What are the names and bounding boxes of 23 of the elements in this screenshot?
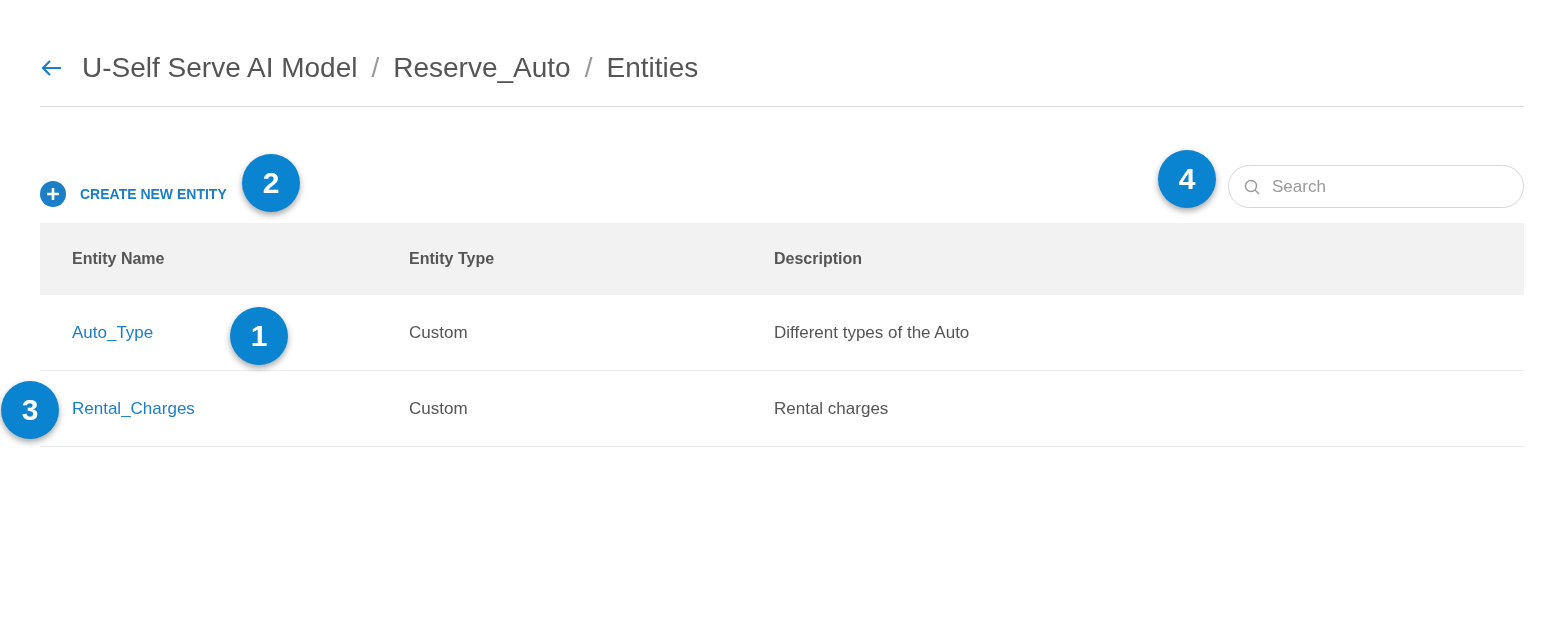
search-icon [1244,179,1260,195]
callout-badge: 4 [1158,150,1216,208]
back-arrow-icon[interactable] [40,59,62,77]
table-cell: Rental charges [742,371,1524,447]
column-header: Entity Name [40,223,377,295]
callout-badge: 2 [242,154,300,212]
column-header: Entity Type [377,223,742,295]
entity-link[interactable]: Rental_Charges [72,398,195,419]
search-field[interactable]: Search [1228,165,1524,208]
callout-badge: 3 [1,381,59,439]
table-cell: Custom [377,371,742,447]
breadcrumb-item: Entities [606,52,699,84]
breadcrumb-item[interactable]: U-Self Serve AI Model [82,52,358,84]
callout-badge: 1 [230,307,288,365]
breadcrumb-separator: / [584,52,593,84]
entity-link[interactable]: Auto_Type [72,322,154,343]
breadcrumb-separator: / [371,52,380,84]
column-header: Description [742,223,1524,295]
table-cell: Custom [377,295,742,371]
breadcrumb-item[interactable]: Reserve_Auto [393,52,571,84]
table-cell: Different types of the Auto [742,295,1524,371]
plus-circle-icon [40,181,66,207]
create-entity-button[interactable]: CREATE NEW ENTITY [40,173,227,207]
